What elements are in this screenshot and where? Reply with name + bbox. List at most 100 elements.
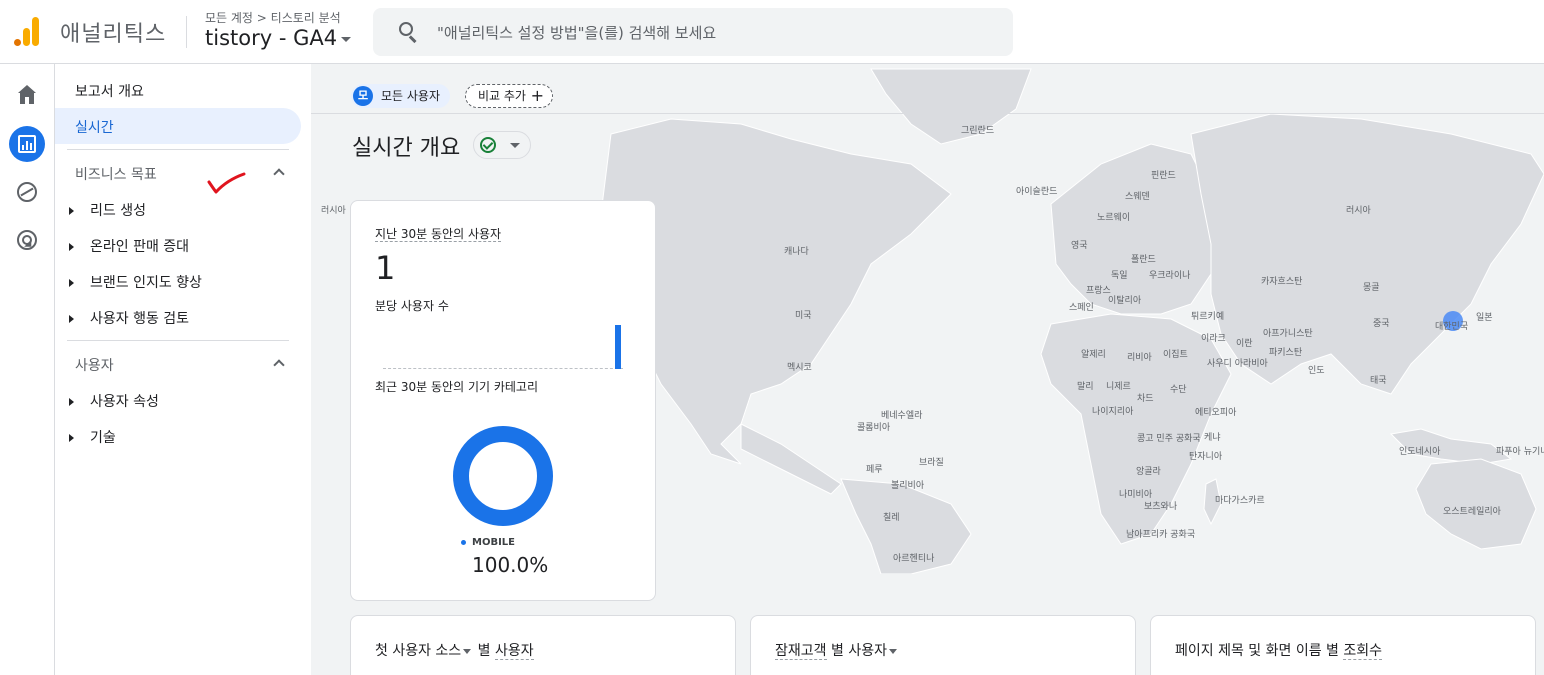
map-label: 이란 (1236, 339, 1253, 349)
map-label: 파푸아 뉴기니 (1496, 447, 1544, 457)
realtime-users-card: 지난 30분 동안의 사용자 1 분당 사용자 수 최근 30분 동안의 기기 … (350, 200, 656, 601)
map-label: 몽골 (1363, 283, 1380, 293)
page-title: 실시간 개요 (352, 136, 461, 161)
reports-icon[interactable] (9, 126, 45, 162)
nav-section-user[interactable]: 사용자 (75, 355, 114, 375)
map-label: 러시아 (321, 206, 346, 216)
metric-label[interactable]: 사용자 (494, 643, 534, 660)
map-label: 그린란드 (961, 126, 995, 136)
segment-avatar: 모 (353, 86, 373, 106)
nav-item-brand-awareness[interactable]: 브랜드 인지도 향상 (69, 272, 202, 292)
map-label: 노르웨이 (1097, 213, 1131, 223)
map-label: 마다가스카르 (1215, 496, 1265, 506)
map-label: 이라크 (1201, 334, 1226, 344)
advertising-icon[interactable] (9, 222, 45, 258)
map-label: 핀란드 (1151, 171, 1176, 181)
map-label: 보츠와나 (1144, 502, 1178, 512)
map-label: 수단 (1170, 385, 1187, 395)
dimension-selector[interactable]: 첫 사용자 소스 (375, 643, 461, 659)
map-label: 이탈리아 (1108, 296, 1142, 306)
map-label: 스웨덴 (1125, 192, 1150, 202)
map-label: 미국 (795, 311, 812, 321)
chart-baseline (383, 368, 623, 369)
map-label: 독일 (1111, 271, 1128, 281)
map-label: 오스트레일리아 (1443, 507, 1501, 517)
app-name[interactable]: 애널리틱스 (60, 16, 166, 48)
nav-realtime[interactable]: 실시간 (55, 108, 301, 144)
mobile-percentage: 100.0% (472, 553, 549, 577)
dropdown-caret-icon[interactable] (463, 648, 472, 654)
analytics-logo-icon[interactable] (14, 17, 42, 47)
map-label: 콜롬비아 (857, 423, 891, 433)
minute-bar[interactable] (615, 325, 621, 369)
map-label: 일본 (1476, 313, 1493, 323)
map-label: 말리 (1077, 382, 1094, 392)
nav-item-online-sales[interactable]: 온라인 판매 증대 (69, 236, 189, 256)
audience-card: 잠재고객 별 사용자 (750, 615, 1136, 675)
dropdown-caret-icon (341, 36, 352, 42)
map-label: 케냐 (1204, 433, 1221, 443)
map-label: 알제리 (1081, 350, 1106, 360)
device-category-label: 최근 30분 동안의 기기 카테고리 (375, 380, 539, 394)
data-status-dropdown[interactable] (473, 131, 531, 159)
map-label: 영국 (1071, 241, 1088, 251)
map-label: 볼리비아 (891, 481, 925, 491)
map-label: 튀르키예 (1191, 312, 1225, 322)
dropdown-caret-icon (510, 143, 520, 148)
nav-divider (67, 340, 289, 341)
users-last-30min-label[interactable]: 지난 30분 동안의 사용자 (375, 227, 502, 242)
map-label: 브라질 (919, 458, 944, 468)
account-breadcrumb[interactable]: 모든 계정 > 티스토리 분석 (205, 9, 341, 26)
nav-item-user-attributes[interactable]: 사용자 속성 (69, 391, 159, 411)
map-label: 에티오피아 (1195, 408, 1237, 418)
filter-divider (311, 113, 1544, 114)
segment-chip-all-users[interactable]: 모 모든 사용자 (351, 84, 451, 108)
expand-arrow-icon (69, 243, 74, 251)
home-icon[interactable] (9, 78, 45, 114)
map-label: 니제르 (1106, 382, 1131, 392)
nav-item-lead-generation[interactable]: 리드 생성 (69, 200, 146, 220)
dropdown-caret-icon[interactable] (888, 648, 897, 654)
dimension-selector[interactable]: 잠재고객 (775, 643, 827, 660)
nav-section-business-goals[interactable]: 비즈니스 목표 (75, 164, 157, 184)
map-label: 멕시코 (787, 363, 812, 373)
red-checkmark-annotation (207, 172, 246, 194)
metric-label[interactable]: 조회수 (1343, 643, 1383, 660)
map-label: 나이지리아 (1092, 407, 1134, 417)
map-label: 아프가니스탄 (1263, 329, 1313, 339)
map-label: 남아프리카 공화국 (1126, 530, 1196, 540)
device-legend: MOBILE (461, 537, 515, 548)
nav-divider (67, 149, 289, 150)
add-comparison-label: 비교 추가 (478, 89, 526, 103)
dimension-selector[interactable]: 페이지 제목 및 화면 이름 (1175, 643, 1322, 659)
map-label: 우크라이나 (1149, 271, 1191, 281)
metric-label[interactable]: 사용자 (848, 643, 887, 659)
map-label: 태국 (1370, 376, 1387, 386)
nav-realtime-label: 실시간 (75, 120, 114, 136)
map-label: 중국 (1373, 319, 1390, 329)
map-label: 러시아 (1346, 206, 1371, 216)
map-label: 리비아 (1127, 353, 1152, 363)
add-comparison-button[interactable]: 비교 추가 + (465, 84, 553, 108)
nav-item-tech[interactable]: 기술 (69, 427, 116, 447)
map-label: 인도네시아 (1399, 447, 1441, 457)
property-selector[interactable]: tistory - GA4 (205, 26, 352, 50)
users-last-30min-value: 1 (375, 249, 396, 287)
nav-reports-overview[interactable]: 보고서 개요 (75, 81, 144, 101)
map-label: 콩고 민주 공화국 (1137, 434, 1201, 444)
users-per-minute-label: 분당 사용자 수 (375, 299, 449, 313)
collapse-chevron-icon[interactable] (273, 168, 285, 180)
mobile-slice (453, 426, 553, 526)
nav-item-user-behavior[interactable]: 사용자 행동 검토 (69, 308, 189, 328)
device-category-donut[interactable] (453, 426, 553, 526)
explore-icon[interactable] (9, 174, 45, 210)
top-app-bar: 애널리틱스 모든 계정 > 티스토리 분석 tistory - GA4 "애널리… (0, 0, 1544, 64)
expand-arrow-icon (69, 434, 74, 442)
main-content: 그린란드 아이슬란드 핀란드 스웨덴 노르웨이 러시아 러시아 캐나다 영국 폴… (311, 64, 1544, 675)
search-bar[interactable]: "애널리틱스 설정 방법"을(를) 검색해 보세요 (373, 8, 1013, 56)
map-label: 아르헨티나 (893, 554, 935, 564)
search-placeholder: "애널리틱스 설정 방법"을(를) 검색해 보세요 (437, 24, 717, 42)
property-name: tistory - GA4 (205, 26, 338, 50)
collapse-chevron-icon[interactable] (273, 359, 285, 371)
users-per-minute-chart[interactable] (383, 321, 623, 369)
